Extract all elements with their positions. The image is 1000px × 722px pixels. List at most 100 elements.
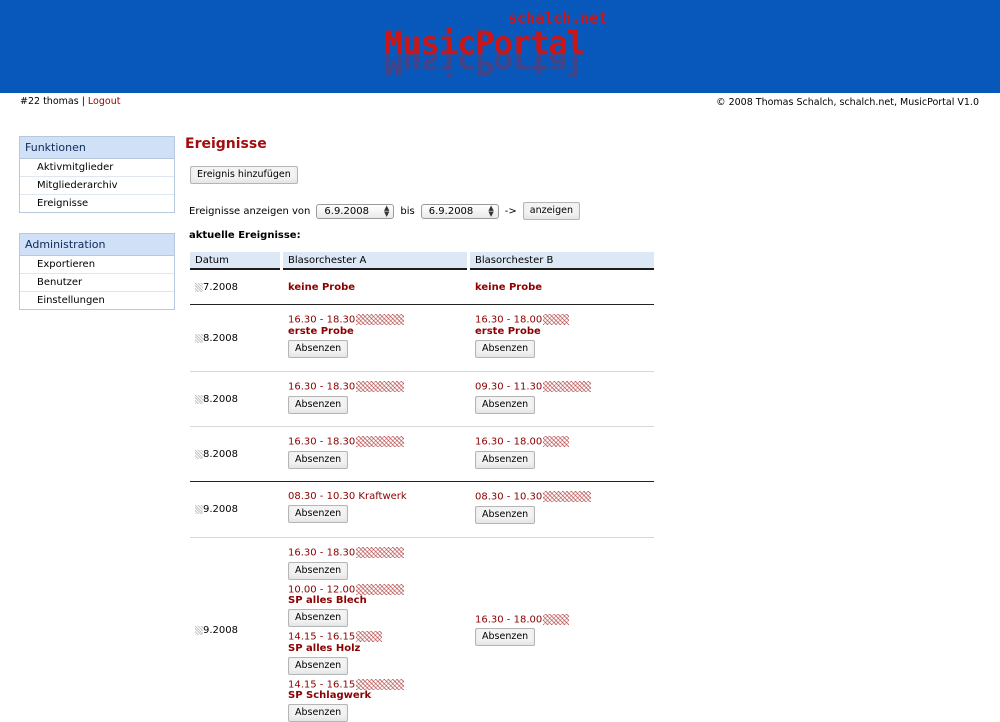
redacted-mark xyxy=(195,505,203,514)
functions-menu-title: Funktionen xyxy=(20,137,174,159)
menu-item-ereignisse[interactable]: Ereignisse xyxy=(20,195,174,212)
redacted-mark xyxy=(543,614,569,625)
redacted-mark xyxy=(195,450,203,459)
absent-button[interactable]: Absenzen xyxy=(475,396,535,414)
redacted-mark xyxy=(356,679,404,690)
event-time: 16.30 - 18.30 xyxy=(288,548,355,559)
date-cell: 9.2008 xyxy=(190,538,280,722)
user-separator: | xyxy=(82,96,85,107)
menu-item-exportieren[interactable]: Exportieren xyxy=(20,256,174,274)
event-note: erste Probe xyxy=(475,326,654,337)
column-header-orchestra-a: Blasorchester A xyxy=(283,252,467,270)
event-note: SP alles Holz xyxy=(288,643,467,654)
redacted-mark xyxy=(543,491,591,502)
functions-menu: Funktionen Aktivmitglieder Mitgliederarc… xyxy=(19,136,175,213)
redacted-mark xyxy=(356,584,404,595)
menu-item-einstellungen[interactable]: Einstellungen xyxy=(20,292,174,309)
orchestra-a-cell: keine Probe xyxy=(283,270,467,304)
from-date-select[interactable]: 6.9.2008 ▲▼ xyxy=(316,204,394,219)
event-time: 16.30 - 18.00 xyxy=(475,614,542,625)
redacted-mark xyxy=(543,314,569,325)
date-filter: Ereignisse anzeigen von 6.9.2008 ▲▼ bis … xyxy=(189,202,580,220)
event-block: 16.30 - 18.30 Absenzen xyxy=(288,547,467,580)
absent-button[interactable]: Absenzen xyxy=(475,506,535,524)
logout-link[interactable]: Logout xyxy=(88,96,121,107)
table-row: 8.2008 16.30 - 18.30 Absenzen 09.30 - 11… xyxy=(190,372,654,427)
to-date-select[interactable]: 6.9.2008 ▲▼ xyxy=(421,204,499,219)
event-note: erste Probe xyxy=(288,326,467,337)
absent-button[interactable]: Absenzen xyxy=(288,505,348,523)
event-time: 16.30 - 18.00 xyxy=(475,437,542,448)
absent-button[interactable]: Absenzen xyxy=(475,340,535,358)
absent-button[interactable]: Absenzen xyxy=(475,628,535,646)
date-cell: 8.2008 xyxy=(190,305,280,371)
redacted-mark xyxy=(543,381,591,392)
orchestra-a-cell: 16.30 - 18.30 Absenzen 10.00 - 12.00 SP … xyxy=(283,538,467,722)
orchestra-a-cell: 08.30 - 10.30 Kraftwerk Absenzen xyxy=(283,482,467,537)
event-time: 09.30 - 11.30 xyxy=(475,382,542,393)
user-bar: #22 thomas | Logout xyxy=(20,96,120,107)
date-cell: 9.2008 xyxy=(190,482,280,537)
column-header-orchestra-b: Blasorchester B xyxy=(470,252,654,270)
event-note: SP Schlagwerk xyxy=(288,690,467,701)
redacted-mark xyxy=(356,631,382,642)
row-date: 9.2008 xyxy=(203,504,238,515)
select-arrows-icon: ▲▼ xyxy=(384,205,389,217)
orchestra-b-cell: 16.30 - 18.00 Absenzen xyxy=(470,538,654,722)
orchestra-b-cell: keine Probe xyxy=(470,270,654,304)
menu-item-aktivmitglieder[interactable]: Aktivmitglieder xyxy=(20,159,174,177)
row-date: 7.2008 xyxy=(203,282,238,293)
absent-button[interactable]: Absenzen xyxy=(475,451,535,469)
orchestra-a-cell: 16.30 - 18.30 Absenzen xyxy=(283,427,467,481)
redacted-mark xyxy=(356,381,404,392)
add-event-button[interactable]: Ereignis hinzufügen xyxy=(190,166,298,184)
section-label: aktuelle Ereignisse: xyxy=(189,230,301,241)
menu-item-mitgliederarchiv[interactable]: Mitgliederarchiv xyxy=(20,177,174,195)
redacted-mark xyxy=(195,283,203,292)
absent-button[interactable]: Absenzen xyxy=(288,657,348,675)
event-time: 10.00 - 12.00 xyxy=(288,584,355,595)
orchestra-b-cell: 16.30 - 18.00 erste Probe Absenzen xyxy=(470,305,654,371)
select-arrows-icon: ▲▼ xyxy=(488,205,493,217)
row-date: 8.2008 xyxy=(203,333,238,344)
to-date-value: 6.9.2008 xyxy=(429,206,474,217)
table-row: 8.2008 16.30 - 18.30 erste Probe Absenze… xyxy=(190,305,654,372)
site-header: schalch.net MusicPortal MusicPortal xyxy=(0,0,1000,93)
filter-label: Ereignisse anzeigen von xyxy=(189,206,310,217)
column-header-date: Datum xyxy=(190,252,280,270)
absent-button[interactable]: Absenzen xyxy=(288,609,348,627)
orchestra-b-cell: 08.30 - 10.30 Absenzen xyxy=(470,482,654,537)
event-block: 14.15 - 16.15 SP alles Holz Absenzen xyxy=(288,631,467,675)
copyright: © 2008 Thomas Schalch, schalch.net, Musi… xyxy=(716,97,979,108)
menu-item-benutzer[interactable]: Benutzer xyxy=(20,274,174,292)
event-time: 14.15 - 16.15 xyxy=(288,632,355,643)
table-row: 9.2008 16.30 - 18.30 Absenzen 10.00 - 12… xyxy=(190,538,654,722)
absent-button[interactable]: Absenzen xyxy=(288,451,348,469)
table-row: 7.2008 keine Probe keine Probe xyxy=(190,270,654,305)
table-header: Datum Blasorchester A Blasorchester B xyxy=(190,252,654,270)
orchestra-b-cell: 09.30 - 11.30 Absenzen xyxy=(470,372,654,426)
administration-menu: Administration Exportieren Benutzer Eins… xyxy=(19,233,175,310)
absent-button[interactable]: Absenzen xyxy=(288,704,348,722)
table-row: 9.2008 08.30 - 10.30 Kraftwerk Absenzen … xyxy=(190,482,654,538)
row-date: 8.2008 xyxy=(203,394,238,405)
absent-button[interactable]: Absenzen xyxy=(288,396,348,414)
orchestra-b-cell: 16.30 - 18.00 Absenzen xyxy=(470,427,654,481)
page-title: Ereignisse xyxy=(185,136,267,152)
event-note: SP alles Blech xyxy=(288,595,467,606)
orchestra-a-cell: 16.30 - 18.30 Absenzen xyxy=(283,372,467,426)
no-rehearsal-text: keine Probe xyxy=(288,282,355,293)
redacted-mark xyxy=(195,395,203,404)
table-row: 8.2008 16.30 - 18.30 Absenzen 16.30 - 18… xyxy=(190,427,654,482)
show-button[interactable]: anzeigen xyxy=(523,202,580,220)
absent-button[interactable]: Absenzen xyxy=(288,562,348,580)
event-block: 10.00 - 12.00 SP alles Blech Absenzen xyxy=(288,584,467,628)
redacted-mark xyxy=(195,626,203,635)
event-time: 16.30 - 18.30 xyxy=(288,382,355,393)
administration-menu-title: Administration xyxy=(20,234,174,256)
event-time: 14.15 - 16.15 xyxy=(288,679,355,690)
absent-button[interactable]: Absenzen xyxy=(288,340,348,358)
event-time: 16.30 - 18.30 xyxy=(288,315,355,326)
event-time: 16.30 - 18.00 xyxy=(475,315,542,326)
logo-reflection: MusicPortal xyxy=(384,52,585,78)
